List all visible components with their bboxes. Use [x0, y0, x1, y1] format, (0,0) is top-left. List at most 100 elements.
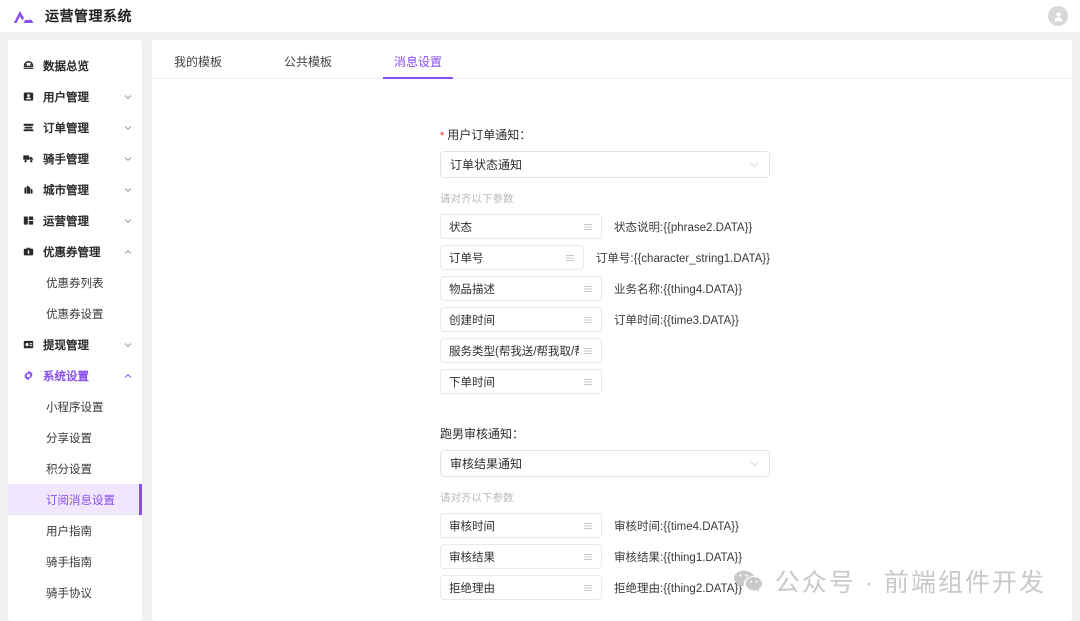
chevron-up-icon[interactable]: [123, 247, 132, 256]
chevron-down-icon[interactable]: [123, 92, 132, 101]
sidebar-item-rider-management[interactable]: 骑手管理: [8, 143, 142, 174]
align-params-hint: 请对齐以下参数: [440, 490, 770, 505]
sidebar-item-label: 用户管理: [43, 89, 89, 105]
param-input-order-number[interactable]: 订单号: [440, 245, 584, 270]
sidebar-subitem-rider-agreement[interactable]: 骑手协议: [8, 577, 142, 608]
param-mapping-text: 审核时间:{{time4.DATA}}: [614, 518, 739, 534]
tab-public-templates[interactable]: 公共模板: [280, 53, 336, 78]
user-order-notification-select[interactable]: 订单状态通知: [440, 151, 770, 178]
top-header-bar: 运营管理系统: [0, 0, 1080, 32]
param-input-create-time[interactable]: 创建时间: [440, 307, 602, 332]
param-mapping-text: 审核结果:{{thing1.DATA}}: [614, 549, 742, 565]
param-input-item-description[interactable]: 物品描述: [440, 276, 602, 301]
param-input-review-time[interactable]: 审核时间: [440, 513, 602, 538]
sidebar-item-system-settings[interactable]: 系统设置: [8, 360, 142, 391]
users-icon: [22, 90, 35, 103]
app-logo-group[interactable]: 运营管理系统: [12, 6, 132, 26]
sidebar-item-label: 数据总览: [43, 58, 89, 74]
sidebar-subitem-label: 小程序设置: [46, 399, 104, 415]
param-input-value: 审核结果: [449, 549, 495, 565]
tab-my-templates[interactable]: 我的模板: [170, 53, 226, 78]
drag-handle-icon[interactable]: [579, 315, 593, 325]
sidebar-item-label: 优惠券管理: [43, 244, 101, 260]
sidebar-subitem-miniprogram-settings[interactable]: 小程序设置: [8, 391, 142, 422]
message-settings-form: *用户订单通知： 订单状态通知 请对齐以下参数 状态: [152, 79, 1072, 621]
param-input-status[interactable]: 状态: [440, 214, 602, 239]
drag-handle-icon[interactable]: [579, 583, 593, 593]
chevron-down-icon: [749, 159, 760, 170]
sidebar-item-order-management[interactable]: 订单管理: [8, 112, 142, 143]
gear-icon: [22, 369, 35, 382]
sidebar-item-user-management[interactable]: 用户管理: [8, 81, 142, 112]
chevron-down-icon[interactable]: [123, 340, 132, 349]
user-order-notification-label: *用户订单通知：: [440, 126, 770, 143]
sidebar-item-operations-management[interactable]: 运营管理: [8, 205, 142, 236]
tab-bar: 我的模板 公共模板 消息设置: [152, 40, 1072, 79]
param-input-review-result[interactable]: 审核结果: [440, 544, 602, 569]
chevron-up-icon[interactable]: [123, 371, 132, 380]
sidebar-item-label: 订单管理: [43, 120, 89, 136]
chevron-down-icon[interactable]: [123, 216, 132, 225]
drag-handle-icon[interactable]: [579, 521, 593, 531]
param-mapping-text: 拒绝理由:{{thing2.DATA}}: [614, 580, 742, 596]
drag-handle-icon[interactable]: [579, 284, 593, 294]
sidebar-subitem-label: 订阅消息设置: [46, 492, 115, 508]
param-row: 审核结果 审核结果:{{thing1.DATA}}: [440, 544, 770, 569]
sidebar-subitem-points-settings[interactable]: 积分设置: [8, 453, 142, 484]
param-row: 下单时间: [440, 369, 770, 394]
rider-truck-icon: [22, 152, 35, 165]
drag-handle-icon[interactable]: [579, 346, 593, 356]
param-input-value: 服务类型(帮我送/帮我取/帮我买): [449, 343, 579, 359]
tab-message-settings[interactable]: 消息设置: [390, 53, 446, 78]
sidebar-item-label: 提现管理: [43, 337, 89, 353]
sidebar-subitem-rider-guide[interactable]: 骑手指南: [8, 546, 142, 577]
drag-handle-icon[interactable]: [579, 552, 593, 562]
drag-handle-icon[interactable]: [579, 377, 593, 387]
sidebar-item-dashboard[interactable]: 数据总览: [8, 50, 142, 81]
sidebar-subitem-share-settings[interactable]: 分享设置: [8, 422, 142, 453]
drag-handle-icon[interactable]: [579, 222, 593, 232]
sidebar-subitem-user-guide[interactable]: 用户指南: [8, 515, 142, 546]
withdraw-icon: [22, 338, 35, 351]
sidebar-item-label: 骑手管理: [43, 151, 89, 167]
param-row: 订单号 订单号:{{character_string1.DATA}}: [440, 245, 770, 270]
sidebar-subitem-coupon-list[interactable]: 优惠券列表: [8, 267, 142, 298]
param-input-value: 下单时间: [449, 374, 495, 390]
param-row: 审核时间 审核时间:{{time4.DATA}}: [440, 513, 770, 538]
param-input-value: 物品描述: [449, 281, 495, 297]
param-row: 服务类型(帮我送/帮我取/帮我买): [440, 338, 770, 363]
drag-handle-icon[interactable]: [561, 253, 575, 263]
sidebar-subitem-label: 优惠券设置: [46, 306, 104, 322]
sidebar-item-coupon-management[interactable]: 优惠券管理: [8, 236, 142, 267]
select-value: 审核结果通知: [450, 455, 522, 472]
sidebar-item-withdraw-management[interactable]: 提现管理: [8, 329, 142, 360]
chevron-down-icon[interactable]: [123, 154, 132, 163]
param-row: 状态 状态说明:{{phrase2.DATA}}: [440, 214, 770, 239]
param-input-service-type[interactable]: 服务类型(帮我送/帮我取/帮我买): [440, 338, 602, 363]
param-input-value: 状态: [449, 219, 472, 235]
orders-icon: [22, 121, 35, 134]
param-mapping-text: 订单号:{{character_string1.DATA}}: [596, 250, 770, 266]
param-mapping-text: 业务名称:{{thing4.DATA}}: [614, 281, 742, 297]
dashboard-icon: [22, 59, 35, 72]
sidebar-subitem-label: 分享设置: [46, 430, 92, 446]
sidebar-item-city-management[interactable]: 城市管理: [8, 174, 142, 205]
param-input-value: 订单号: [449, 250, 484, 266]
chevron-down-icon[interactable]: [123, 185, 132, 194]
sidebar-item-label: 系统设置: [43, 368, 89, 384]
param-input-value: 创建时间: [449, 312, 495, 328]
city-building-icon: [22, 183, 35, 196]
sidebar-subitem-label: 积分设置: [46, 461, 92, 477]
param-input-value: 审核时间: [449, 518, 495, 534]
chevron-down-icon: [749, 458, 760, 469]
param-mapping-text: 订单时间:{{time3.DATA}}: [614, 312, 739, 328]
param-input-order-time[interactable]: 下单时间: [440, 369, 602, 394]
chevron-down-icon[interactable]: [123, 123, 132, 132]
sidebar-subitem-label: 用户指南: [46, 523, 92, 539]
sidebar-subitem-coupon-settings[interactable]: 优惠券设置: [8, 298, 142, 329]
param-input-reject-reason[interactable]: 拒绝理由: [440, 575, 602, 600]
sidebar-subitem-subscription-message-settings[interactable]: 订阅消息设置: [8, 484, 142, 515]
rider-review-notification-select[interactable]: 审核结果通知: [440, 450, 770, 477]
user-avatar-icon[interactable]: [1048, 6, 1068, 26]
param-row: 创建时间 订单时间:{{time3.DATA}}: [440, 307, 770, 332]
